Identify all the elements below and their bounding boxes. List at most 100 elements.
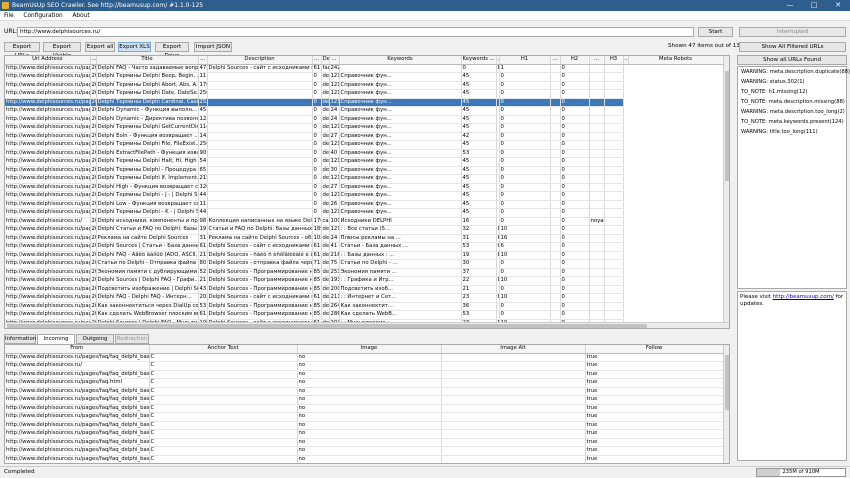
column-header[interactable]: Description... <box>321 56 330 65</box>
export-urls-button[interactable]: Export URLs <box>4 42 40 59</box>
links-column-header[interactable]: Image <box>297 345 442 354</box>
links-column-header[interactable]: From <box>5 345 150 354</box>
links-row[interactable]: http://www.delphisources.ru/Cno true <box>5 361 724 371</box>
table-row[interactable]: http://www.delphisources.ru/pag...200Del… <box>5 276 723 286</box>
table-row[interactable]: http://www.delphisources.ru/pag...200Del… <box>5 149 723 158</box>
urls-vertical-scrollbar[interactable] <box>723 56 729 322</box>
table-row[interactable]: http://www.delphisources.ru/pag...200Del… <box>5 64 723 73</box>
column-header[interactable]: Description <box>207 56 313 65</box>
table-row[interactable]: http://www.delphisources.ru/pag...200Как… <box>5 302 723 311</box>
promo-link[interactable]: http://beamusup.com/ <box>773 294 834 300</box>
links-column-header[interactable]: Anchor Text <box>149 345 298 354</box>
memory-indicator[interactable]: 235M of 910M <box>756 468 846 477</box>
show-all-filtered-button[interactable]: Show All Filtered URLs <box>739 42 846 52</box>
table-row[interactable]: http://www.delphisources.ru/pag...200Del… <box>5 140 723 150</box>
urls-horizontal-scrollbar[interactable] <box>5 322 729 328</box>
links-row[interactable]: http://www.delphisources.ru/pages/faq/fa… <box>5 412 724 422</box>
links-row[interactable]: http://www.delphisources.ru/pages/faq/fa… <box>5 395 724 405</box>
links-row[interactable]: http://www.delphisources.ru/pages/faq/fa… <box>5 429 724 439</box>
table-row[interactable]: http://www.delphisources.ru/pag...200Del… <box>5 157 723 167</box>
table-row[interactable]: http://www.delphisources.ru/pag...200Del… <box>5 293 723 303</box>
table-row[interactable]: http://www.delphisources.ru/pag...200Рек… <box>5 234 723 243</box>
column-header[interactable]: Keywords ... <box>461 56 497 65</box>
export-visible-button[interactable]: Export Visible <box>43 42 81 59</box>
table-row[interactable]: http://www.delphisources.ru/pag...200Del… <box>5 191 723 201</box>
table-row[interactable]: http://www.delphisources.ru/pag...200Del… <box>5 89 723 99</box>
table-row[interactable]: http://www.delphisources.ru/pag...200Del… <box>5 208 723 218</box>
interrupted-button[interactable]: Interrupted <box>739 27 846 37</box>
table-row[interactable]: http://www.delphisources.ru/pag...200Del… <box>5 98 723 107</box>
table-row[interactable]: http://www.delphisources.ru/pag...200Del… <box>5 106 723 116</box>
close-button[interactable]: ✕ <box>826 0 850 11</box>
issue-item[interactable]: TO_NOTE: meta.keywords.present(124) <box>738 117 846 127</box>
column-header[interactable]: ... <box>312 56 322 65</box>
links-vertical-scrollbar[interactable] <box>723 345 729 463</box>
issue-item[interactable]: TO_NOTE: h1.missing(12) <box>738 87 846 97</box>
table-row[interactable]: http://www.delphisources.ru/pag...200Del… <box>5 183 723 192</box>
issue-item[interactable]: WARNING: status.302(1) <box>738 77 846 87</box>
export-drive-button[interactable]: Export Drive <box>155 42 189 59</box>
links-row[interactable]: http://www.delphisources.ru/pages/faq.ht… <box>5 378 724 388</box>
export-all-button[interactable]: Export all <box>85 42 115 52</box>
links-row[interactable]: http://www.delphisources.ru/pages/faq/fa… <box>5 404 724 413</box>
column-header[interactable]: ... <box>623 56 629 65</box>
table-row[interactable]: http://www.delphisources.ru/pag...200Del… <box>5 115 723 124</box>
table-row[interactable]: http://www.delphisources.ru/pag...200Del… <box>5 225 723 235</box>
tab-information[interactable]: Information <box>4 334 36 344</box>
table-row[interactable]: http://www.delphisources.ru/pag...200Эко… <box>5 268 723 277</box>
column-header[interactable]: Url Address <box>5 56 91 65</box>
url-input[interactable] <box>17 27 694 37</box>
table-row[interactable]: http://www.delphisources.ru/pag...200Del… <box>5 81 723 90</box>
column-header[interactable]: ... <box>198 56 208 65</box>
column-header[interactable]: ... <box>589 56 605 65</box>
links-row[interactable]: http://www.delphisources.ru/pages/faq/fa… <box>5 455 724 463</box>
table-row[interactable]: http://www.delphisources.ru/pag...200Del… <box>5 251 723 260</box>
links-row[interactable]: http://www.delphisources.ru/pages/faq/fa… <box>5 438 724 447</box>
show-all-found-button[interactable]: Show all URLs Found <box>737 55 847 65</box>
issue-item[interactable]: TO_NOTE: meta.description.missing(88) <box>738 97 846 107</box>
links-row[interactable]: http://www.delphisources.ru/pages/faq/fa… <box>5 370 724 379</box>
links-row[interactable]: http://www.delphisources.ru/pages/faq/fa… <box>5 387 724 396</box>
table-row[interactable]: http://www.delphisources.ru/pag...200Del… <box>5 200 723 209</box>
issue-item[interactable]: WARNING: meta.description.too_long(2) <box>738 107 846 117</box>
menu-about[interactable]: About <box>68 11 93 21</box>
links-row[interactable]: http://www.delphisources.ru/pages/faq/fa… <box>5 353 724 362</box>
table-row[interactable]: http://www.delphisources.ru/pag...200Ста… <box>5 259 723 269</box>
table-row[interactable]: http://www.delphisources.ru/pag...200Del… <box>5 132 723 141</box>
links-row[interactable]: http://www.delphisources.ru/pages/faq/fa… <box>5 421 724 430</box>
export-xls-button[interactable]: Export XLS <box>118 42 151 52</box>
column-header[interactable]: H2 <box>560 56 590 65</box>
column-header[interactable]: ... <box>550 56 561 65</box>
column-header[interactable]: Meta Robots <box>628 56 724 65</box>
table-row[interactable]: http://www.delphisources.ru/pag...200Del… <box>5 123 723 133</box>
table-row[interactable]: http://www.delphisources.ru/pag...200Под… <box>5 285 723 294</box>
table-cell: 193 <box>329 276 340 286</box>
maximize-button[interactable]: □ <box>802 0 826 11</box>
column-header[interactable]: ... <box>90 56 97 65</box>
table-row[interactable]: http://www.delphisources.ru/pag...200Del… <box>5 174 723 184</box>
issue-item[interactable]: WARNING: meta.description.duplicate(88) <box>738 67 850 77</box>
column-header[interactable]: Keywords <box>339 56 462 65</box>
column-header[interactable]: H3 <box>604 56 624 65</box>
issue-item[interactable]: WARNING: title.too_long(111) <box>738 127 846 137</box>
links-column-header[interactable]: Image Alt <box>441 345 586 354</box>
links-column-header[interactable]: Follow <box>585 345 724 354</box>
table-row[interactable]: http://www.delphisources.ru/pag...200Как… <box>5 310 723 320</box>
column-header[interactable]: H1 <box>499 56 551 65</box>
links-row[interactable]: http://www.delphisources.ru/pages/faq/fa… <box>5 464 723 465</box>
menu-file[interactable]: File <box>0 11 18 21</box>
tab-outgoing-links[interactable]: Outgoing links <box>76 334 114 351</box>
links-row[interactable]: http://www.delphisources.ru/pages/faq/fa… <box>5 446 724 456</box>
table-cell: 121 <box>329 157 340 167</box>
table-row[interactable]: http://www.delphisources.ru/200Delphi ис… <box>5 217 723 226</box>
start-button[interactable]: Start <box>698 27 733 37</box>
table-row[interactable]: http://www.delphisources.ru/pag...200Del… <box>5 166 723 175</box>
minimize-button[interactable]: — <box>778 0 802 11</box>
table-row[interactable]: http://www.delphisources.ru/pag...200Del… <box>5 242 723 252</box>
tab-redirection[interactable]: Redirection <box>115 334 149 344</box>
import-json-button[interactable]: Import JSON <box>194 42 232 52</box>
table-row[interactable]: http://www.delphisources.ru/pag...200Del… <box>5 72 723 82</box>
column-header[interactable]: Title <box>96 56 199 65</box>
menu-configuration[interactable]: Configuration <box>19 11 66 21</box>
column-header[interactable]: ... <box>329 56 340 65</box>
